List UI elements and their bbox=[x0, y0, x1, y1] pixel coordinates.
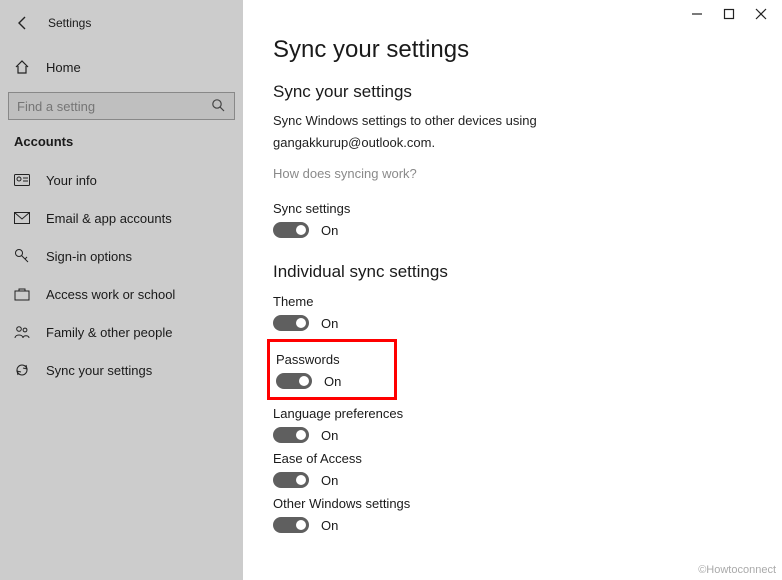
back-button[interactable] bbox=[14, 14, 32, 32]
sync-desc-1: Sync Windows settings to other devices u… bbox=[273, 112, 782, 130]
sidebar-item-label: Family & other people bbox=[46, 325, 172, 340]
sync-heading: Sync your settings bbox=[273, 82, 782, 102]
theme-toggle[interactable] bbox=[273, 315, 309, 331]
ease-toggle[interactable] bbox=[273, 472, 309, 488]
sidebar-item-sync[interactable]: Sync your settings bbox=[0, 351, 243, 389]
people-icon bbox=[14, 325, 32, 339]
search-input[interactable] bbox=[8, 92, 235, 120]
sidebar-item-work[interactable]: Access work or school bbox=[0, 275, 243, 313]
passwords-toggle[interactable] bbox=[276, 373, 312, 389]
sync-icon bbox=[14, 362, 32, 378]
language-state: On bbox=[321, 428, 338, 443]
ease-state: On bbox=[321, 473, 338, 488]
content-pane: ⌄ Sync your settings Sync your settings … bbox=[243, 0, 782, 580]
sidebar-item-your-info[interactable]: Your info bbox=[0, 161, 243, 199]
key-icon bbox=[14, 248, 32, 264]
briefcase-icon bbox=[14, 287, 32, 301]
sidebar-item-family[interactable]: Family & other people bbox=[0, 313, 243, 351]
master-sync-label: Sync settings bbox=[273, 201, 782, 216]
sidebar-section-label: Accounts bbox=[0, 134, 243, 149]
theme-state: On bbox=[321, 316, 338, 331]
other-state: On bbox=[321, 518, 338, 533]
person-card-icon bbox=[14, 173, 32, 187]
watermark: ©Howtoconnect bbox=[698, 564, 776, 576]
passwords-label: Passwords bbox=[276, 352, 388, 367]
sidebar: Settings Home Accounts Your info E bbox=[0, 0, 243, 580]
home-nav[interactable]: Home bbox=[0, 50, 243, 84]
sidebar-item-label: Sign-in options bbox=[46, 249, 132, 264]
master-sync-toggle[interactable] bbox=[273, 222, 309, 238]
how-sync-works-link[interactable]: How does syncing work? bbox=[273, 166, 417, 181]
search-icon bbox=[211, 98, 225, 112]
highlight-box: Passwords On bbox=[267, 339, 397, 400]
passwords-state: On bbox=[324, 374, 341, 389]
close-button[interactable] bbox=[754, 7, 768, 21]
sidebar-item-email[interactable]: Email & app accounts bbox=[0, 199, 243, 237]
window-controls bbox=[690, 0, 782, 28]
sidebar-item-label: Sync your settings bbox=[46, 363, 152, 378]
language-toggle[interactable] bbox=[273, 427, 309, 443]
other-label: Other Windows settings bbox=[273, 496, 782, 511]
sidebar-item-signin[interactable]: Sign-in options bbox=[0, 237, 243, 275]
page-title: Sync your settings bbox=[273, 36, 782, 64]
ease-label: Ease of Access bbox=[273, 451, 782, 466]
sidebar-item-label: Your info bbox=[46, 173, 97, 188]
app-title: Settings bbox=[48, 16, 91, 30]
minimize-button[interactable] bbox=[690, 7, 704, 21]
maximize-button[interactable] bbox=[722, 7, 736, 21]
mail-icon bbox=[14, 212, 32, 224]
individual-heading: Individual sync settings bbox=[273, 262, 782, 282]
other-toggle[interactable] bbox=[273, 517, 309, 533]
theme-label: Theme bbox=[273, 294, 782, 309]
sync-desc-2: gangakkurup@outlook.com. bbox=[273, 134, 782, 152]
search-wrap bbox=[8, 92, 235, 120]
master-sync-state: On bbox=[321, 223, 338, 238]
sidebar-item-label: Access work or school bbox=[46, 287, 175, 302]
language-label: Language preferences bbox=[273, 406, 782, 421]
sidebar-item-label: Email & app accounts bbox=[46, 211, 172, 226]
home-label: Home bbox=[46, 60, 81, 75]
home-icon bbox=[14, 59, 32, 75]
